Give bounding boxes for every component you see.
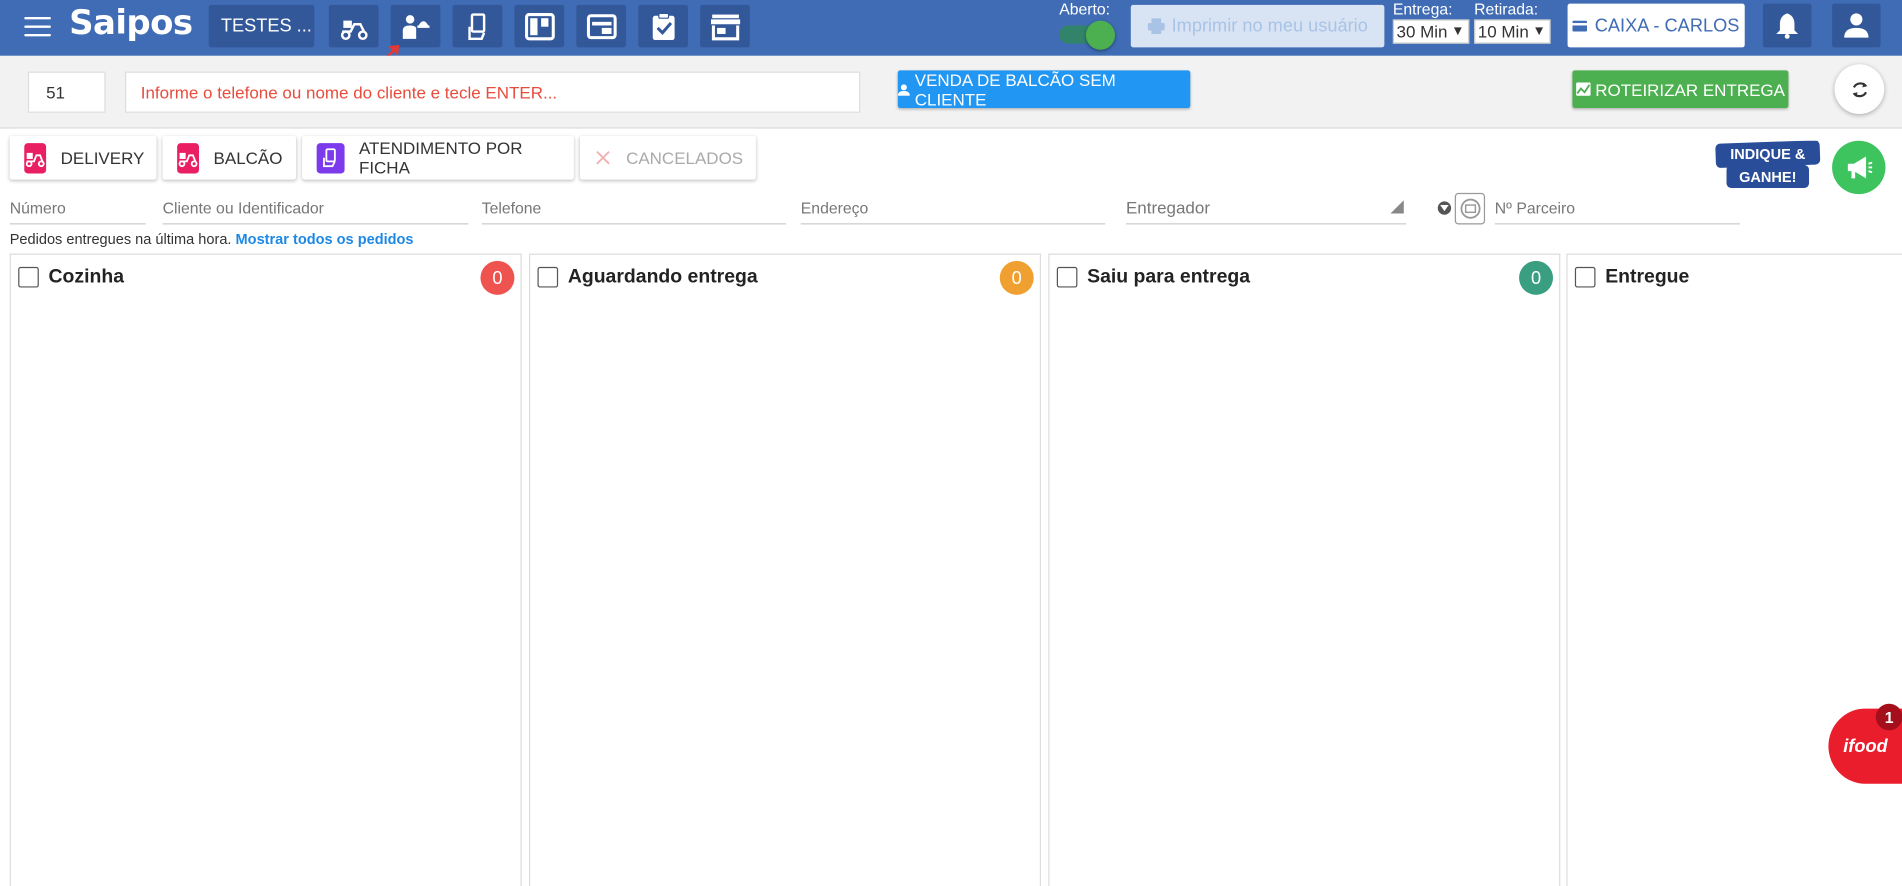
logo: Saipos — [69, 2, 193, 43]
column-checkbox[interactable] — [1056, 266, 1078, 288]
venda-balcao-button[interactable]: VENDA DE BALCÃO SEM CLIENTE — [897, 69, 1191, 109]
ticket-hand-icon[interactable] — [452, 4, 503, 48]
store-selector-button[interactable]: TESTES ... — [208, 4, 315, 48]
refresh-icon[interactable] — [1834, 64, 1885, 115]
delivery-scooter-icon — [177, 142, 199, 173]
print-user-button[interactable]: Imprimir no meu usuário — [1130, 4, 1385, 48]
filter-numero-label: Número — [9, 198, 66, 217]
column-title: Cozinha — [48, 266, 125, 288]
print-user-label: Imprimir no meu usuário — [1171, 15, 1368, 37]
tab-delivery-label: DELIVERY — [60, 148, 145, 168]
card-icon — [1572, 20, 1588, 31]
retirada-value: 10 Min — [1477, 21, 1529, 42]
filter-entregador[interactable]: Entregador — [1125, 192, 1407, 225]
column-cozinha: Cozinha 0 — [9, 253, 522, 886]
tab-cancelados[interactable]: CANCELADOS — [579, 135, 756, 180]
user-icon[interactable] — [1832, 3, 1881, 48]
show-all-orders-link[interactable]: Mostrar todos os pedidos — [236, 231, 414, 248]
retirada-select[interactable]: 10 Min ▼ — [1474, 19, 1551, 44]
top-bar: Saipos TESTES ... Aberto: Imprimir no me… — [0, 0, 1902, 56]
filter-parceiro[interactable]: Nº Parceiro — [1494, 192, 1740, 225]
close-icon — [595, 143, 612, 173]
column-aguardando-entrega: Aguardando entrega 0 — [528, 253, 1042, 886]
tab-cancelados-label: CANCELADOS — [626, 148, 744, 168]
tab-delivery[interactable]: DELIVERY — [9, 135, 157, 180]
clipboard-check-icon[interactable] — [638, 4, 688, 48]
store-icon[interactable] — [700, 4, 750, 48]
count-badge: 0 — [480, 260, 515, 295]
info-line: Pedidos entregues na última hora. Mostra… — [10, 231, 414, 248]
venda-balcao-label: VENDA DE BALCÃO SEM CLIENTE — [914, 69, 1116, 109]
column-checkbox[interactable] — [537, 266, 559, 288]
person-icon — [897, 83, 910, 96]
aberto-label: Aberto: — [1059, 0, 1111, 19]
entrega-select[interactable]: 30 Min ▼ — [1392, 19, 1470, 44]
delivery-scooter-icon — [24, 142, 47, 173]
chevron-down-circle-icon[interactable] — [1437, 201, 1452, 215]
column-checkbox[interactable] — [1574, 266, 1596, 288]
indique-ganhe-banner[interactable]: INDIQUE & GANHE! — [1714, 140, 1821, 190]
column-saiu-para-entrega: Saiu para entrega 0 — [1048, 253, 1561, 886]
ganhe-text: GANHE! — [1739, 170, 1796, 186]
filter-telefone-label: Telefone — [481, 198, 542, 217]
dropdown-arrow-icon — [1390, 200, 1404, 214]
filter-parceiro-label: Nº Parceiro — [1494, 198, 1576, 217]
roteirizar-label: ROTEIRIZAR ENTREGA — [1595, 79, 1785, 99]
filter-entregador-label: Entregador — [1125, 197, 1211, 218]
roteirizar-button[interactable]: ROTEIRIZAR ENTREGA — [1572, 70, 1789, 108]
aberto-toggle[interactable] — [1059, 20, 1116, 50]
count-badge: 0 — [999, 260, 1034, 295]
panel-icon[interactable] — [576, 4, 627, 48]
filter-telefone[interactable]: Telefone — [481, 192, 787, 225]
chevron-down-icon: ▼ — [1532, 24, 1546, 39]
column-title: Entregue — [1605, 266, 1690, 288]
caixa-label: CAIXA - CARLOS — [1594, 15, 1740, 36]
tab-atendimento-ficha[interactable]: ATENDIMENTO POR FICHA — [302, 135, 574, 180]
info-text: Pedidos entregues na última hora. — [9, 230, 232, 248]
menu-icon[interactable] — [24, 16, 51, 37]
chevron-down-icon: ▼ — [1451, 24, 1465, 39]
filter-cliente-label: Cliente ou Identificador — [162, 198, 324, 217]
map-icon — [1575, 82, 1591, 96]
column-checkbox[interactable] — [18, 266, 39, 288]
count-badge: 0 — [1519, 260, 1554, 295]
tab-balcao[interactable]: BALCÃO — [162, 135, 297, 180]
column-entregue: Entregue — [1566, 253, 1902, 886]
filter-cliente[interactable]: Cliente ou Identificador — [162, 192, 469, 225]
column-title: Saiu para entrega — [1087, 266, 1251, 288]
entrega-label: Entrega: — [1392, 0, 1453, 19]
ticket-hand-icon — [316, 142, 345, 173]
order-number-input[interactable]: 51 — [27, 71, 106, 113]
filter-endereco[interactable]: Endereço — [800, 192, 1106, 225]
caixa-button[interactable]: CAIXA - CARLOS — [1567, 3, 1745, 48]
megaphone-icon[interactable] — [1832, 140, 1886, 195]
retirada-label: Retirada: — [1474, 0, 1539, 19]
indique-text: INDIQUE & — [1730, 147, 1806, 163]
filter-numero[interactable]: Número — [9, 192, 146, 225]
partner-logo-icon[interactable] — [1454, 192, 1486, 225]
entrega-value: 30 Min — [1396, 21, 1448, 42]
bell-icon[interactable] — [1762, 3, 1812, 48]
phone-search-input[interactable]: Informe o telefone ou nome do cliente e … — [124, 71, 861, 113]
ifood-notification-badge: 1 — [1875, 703, 1902, 731]
tab-atendimento-ficha-label: ATENDIMENTO POR FICHA — [358, 138, 523, 178]
tab-balcao-label: BALCÃO — [213, 148, 283, 168]
printer-icon — [1147, 18, 1165, 34]
column-title: Aguardando entrega — [567, 266, 758, 288]
filter-endereco-label: Endereço — [800, 198, 869, 217]
kanban-icon[interactable] — [514, 4, 565, 48]
